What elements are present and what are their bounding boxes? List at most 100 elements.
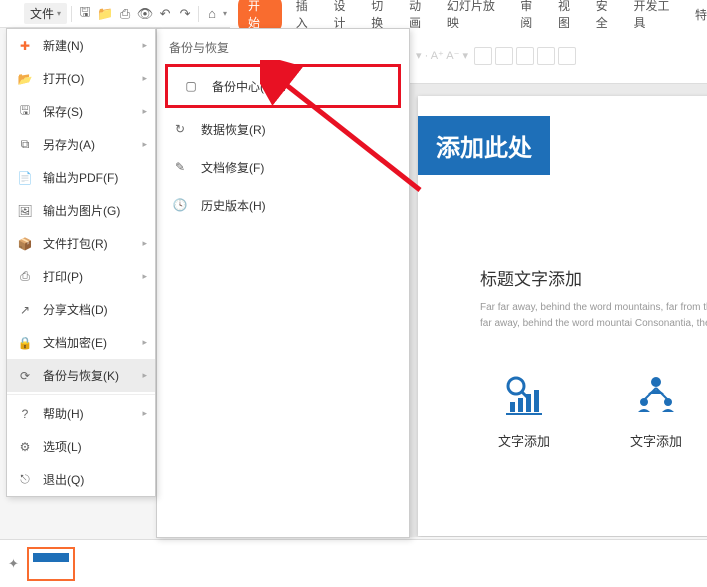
tab-special[interactable]: 特	[695, 6, 707, 23]
align-left-icon[interactable]	[474, 47, 492, 65]
ribbon-tabs: 开始 插入 设计 切换 动画 幻灯片放映 审阅 视图 安全 开发工具 特	[230, 0, 707, 28]
menu-icon[interactable]	[4, 5, 22, 23]
file-menu-dropdown: ✚新建(N)▸📂打开(O)▸🖫保存(S)▸⧉另存为(A)▸📄输出为PDF(F)🖼…	[6, 28, 156, 497]
menu-item-label: 打印(P)	[43, 268, 83, 285]
share-icon: ↗	[17, 302, 33, 318]
menu-item-label: 文档加密(E)	[43, 334, 107, 351]
submenu-label: 文档修复(F)	[201, 159, 264, 176]
menu-item-label: 帮助(H)	[43, 405, 84, 422]
tab-insert[interactable]: 插入	[296, 0, 320, 31]
file-menu-item-open[interactable]: 📂打开(O)▸	[7, 62, 155, 95]
highlight-annotation: ▢ 备份中心(K)...	[165, 64, 401, 108]
tab-design[interactable]: 设计	[334, 0, 358, 31]
ribbon-toolbar: ▾ · A⁺ A⁻ ▾	[410, 28, 707, 84]
menu-item-label: 输出为图片(G)	[43, 202, 120, 219]
file-menu-item-backup[interactable]: ⟳备份与恢复(K)▸	[7, 359, 155, 392]
slide-body-text: Far far away, behind the word mountains,…	[480, 300, 707, 332]
submenu-item-data-recovery[interactable]: ↻ 数据恢复(R)	[157, 110, 409, 148]
home-icon[interactable]: ⌂	[203, 5, 221, 23]
recovery-icon: ↻	[171, 120, 189, 138]
backup-icon: ⟳	[17, 368, 33, 384]
tab-slideshow[interactable]: 幻灯片放映	[447, 0, 506, 31]
preview-icon[interactable]: 👁	[136, 5, 154, 23]
separator	[198, 6, 199, 22]
help-icon: ?	[17, 406, 33, 422]
exit-icon: ⎋	[17, 472, 33, 488]
new-icon: ✚	[17, 38, 33, 54]
saveas-icon: ⧉	[17, 137, 33, 153]
file-menu-item-saveas[interactable]: ⧉另存为(A)▸	[7, 128, 155, 161]
menu-item-label: 退出(Q)	[43, 471, 84, 488]
ribbon-placeholder: ▾ · A⁺ A⁻ ▾	[416, 49, 468, 62]
tab-devtools[interactable]: 开发工具	[634, 0, 682, 31]
icon-cell-2: 文字添加	[630, 372, 682, 450]
file-menu-item-print[interactable]: ⎙打印(P)▸	[7, 260, 155, 293]
slide-section-title: 标题文字添加	[480, 265, 707, 290]
align-right-icon[interactable]	[516, 47, 534, 65]
menu-item-label: 另存为(A)	[43, 136, 95, 153]
menu-item-label: 选项(L)	[43, 438, 82, 455]
file-menu-item-new[interactable]: ✚ 新建(N) ▸	[7, 29, 155, 62]
file-menu-item-pack[interactable]: 📦文件打包(R)▸	[7, 227, 155, 260]
chevron-down-icon: ▾	[223, 9, 227, 18]
chevron-right-icon: ▸	[142, 337, 147, 348]
repair-icon: ✎	[171, 158, 189, 176]
redo-icon[interactable]: ↷	[176, 5, 194, 23]
thumbnail-strip: ✦	[0, 539, 707, 587]
chevron-right-icon: ▸	[142, 106, 147, 117]
sparkle-icon[interactable]: ✦	[8, 556, 19, 572]
chevron-down-icon: ▾	[57, 9, 61, 18]
save-icon[interactable]: 🖫	[76, 5, 94, 23]
folder-icon[interactable]: 📁	[96, 5, 114, 23]
save-icon: 🖫	[17, 104, 33, 120]
open-icon: 📂	[17, 71, 33, 87]
file-label: 文件	[30, 5, 54, 22]
tab-security[interactable]: 安全	[596, 0, 620, 31]
menu-item-label: 备份与恢复(K)	[43, 367, 119, 384]
bar-chart-icon	[502, 372, 546, 416]
backup-center-icon: ▢	[182, 77, 200, 95]
menu-item-label: 新建(N)	[43, 37, 84, 54]
slide-canvas: 添加此处 标题文字添加 Far far away, behind the wor…	[410, 84, 707, 537]
file-menu-item-pdf[interactable]: 📄输出为PDF(F)	[7, 161, 155, 194]
file-menu-item-image[interactable]: 🖼 输出为图片(G)	[7, 194, 155, 227]
submenu-title: 备份与恢复	[157, 29, 409, 62]
list-icon[interactable]	[537, 47, 555, 65]
slide-icon-row: 文字添加 文字添加	[498, 372, 707, 450]
chevron-right-icon: ▸	[142, 408, 147, 419]
submenu-label: 备份中心(K)...	[212, 78, 286, 95]
menu-item-label: 输出为PDF(F)	[43, 169, 118, 186]
align-center-icon[interactable]	[495, 47, 513, 65]
tab-animation[interactable]: 动画	[409, 0, 433, 31]
chevron-right-icon: ▸	[142, 271, 147, 282]
submenu-item-history[interactable]: 🕓 历史版本(H)	[157, 186, 409, 224]
options-icon: ⚙	[17, 439, 33, 455]
tab-transition[interactable]: 切换	[371, 0, 395, 31]
file-menu-item-options[interactable]: ⚙ 选项(L)	[7, 430, 155, 463]
slide-thumbnail[interactable]	[27, 547, 75, 581]
chevron-right-icon: ▸	[142, 40, 147, 51]
tab-view[interactable]: 视图	[558, 0, 582, 31]
menu-item-label: 分享文档(D)	[43, 301, 108, 318]
menu-item-label: 文件打包(R)	[43, 235, 108, 252]
submenu-item-doc-repair[interactable]: ✎ 文档修复(F)	[157, 148, 409, 186]
file-menu-item-help[interactable]: ? 帮助(H) ▸	[7, 397, 155, 430]
history-icon: 🕓	[171, 196, 189, 214]
slide[interactable]: 添加此处 标题文字添加 Far far away, behind the wor…	[418, 96, 707, 536]
file-menu-item-save[interactable]: 🖫保存(S)▸	[7, 95, 155, 128]
image-icon: 🖼	[17, 203, 33, 219]
print-icon[interactable]: ⎙	[116, 5, 134, 23]
backup-restore-submenu: 备份与恢复 ▢ 备份中心(K)... ↻ 数据恢复(R) ✎ 文档修复(F) 🕓…	[156, 28, 410, 538]
indent-icon[interactable]	[558, 47, 576, 65]
tab-review[interactable]: 审阅	[520, 0, 544, 31]
file-menu-item-share[interactable]: ↗ 分享文档(D)	[7, 293, 155, 326]
file-menu-button[interactable]: 文件 ▾	[24, 3, 67, 24]
separator	[71, 6, 72, 22]
submenu-item-backup-center[interactable]: ▢ 备份中心(K)...	[168, 67, 398, 105]
undo-icon[interactable]: ↶	[156, 5, 174, 23]
file-menu-item-encrypt[interactable]: 🔒文档加密(E)▸	[7, 326, 155, 359]
submenu-label: 历史版本(H)	[201, 197, 266, 214]
chevron-right-icon: ▸	[142, 238, 147, 249]
chevron-right-icon: ▸	[142, 73, 147, 84]
file-menu-item-exit[interactable]: ⎋ 退出(Q)	[7, 463, 155, 496]
